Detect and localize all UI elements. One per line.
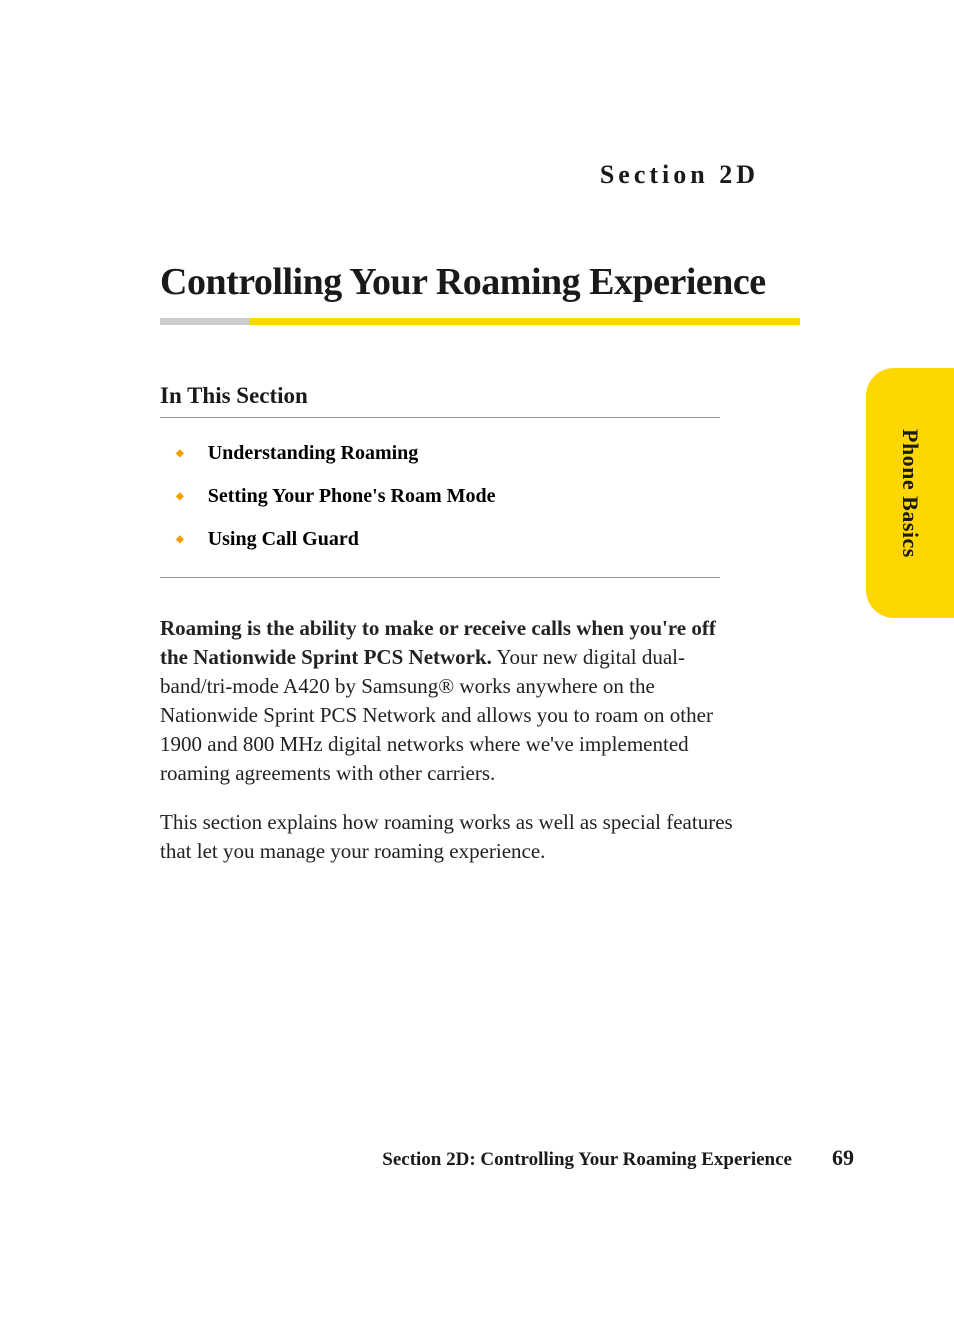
toc-item-label: Understanding Roaming (208, 442, 419, 465)
toc-item-label: Setting Your Phone's Roam Mode (208, 485, 496, 508)
side-tab: Phone Basics (866, 368, 954, 618)
in-this-section-heading: In This Section (160, 383, 854, 409)
toc-list: Understanding Roaming Setting Your Phone… (160, 442, 854, 551)
toc-item-label: Using Call Guard (208, 528, 359, 551)
body-paragraph: This section explains how roaming works … (160, 808, 740, 866)
section-label: Section 2D (160, 160, 854, 190)
footer-section-title: Section 2D: Controlling Your Roaming Exp… (382, 1149, 792, 1171)
divider (160, 417, 720, 418)
toc-item: Using Call Guard (176, 528, 854, 551)
toc-item: Setting Your Phone's Roam Mode (176, 485, 854, 508)
side-tab-label: Phone Basics (897, 429, 923, 558)
footer-page-number: 69 (832, 1145, 854, 1171)
page-title: Controlling Your Roaming Experience (160, 260, 854, 304)
page-footer: Section 2D: Controlling Your Roaming Exp… (160, 1145, 854, 1171)
toc-item: Understanding Roaming (176, 442, 854, 465)
divider (160, 577, 720, 578)
title-underline (160, 318, 800, 325)
body-paragraph: Roaming is the ability to make or receiv… (160, 614, 740, 788)
